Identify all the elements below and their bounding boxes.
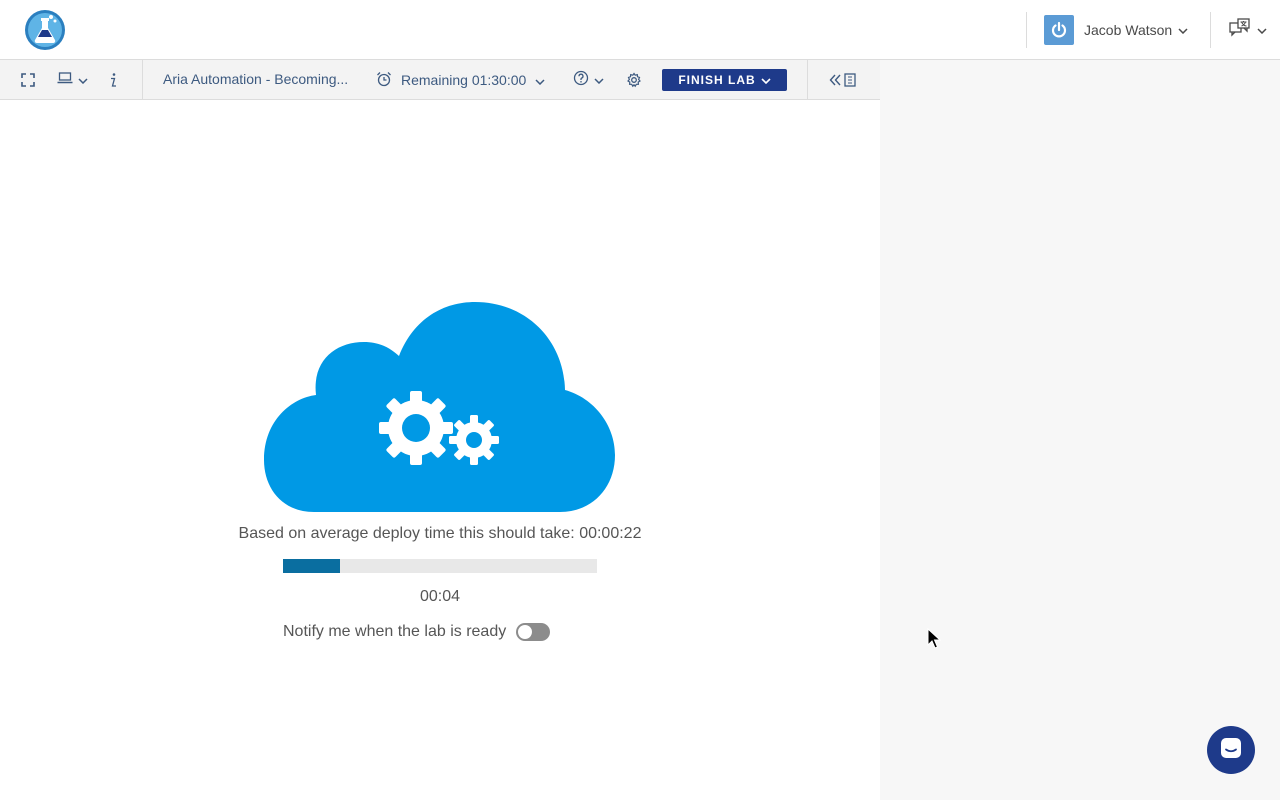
deploy-progress-fill xyxy=(283,559,340,573)
finish-lab-label: FINISH LAB xyxy=(678,73,756,87)
chevron-down-icon xyxy=(593,71,604,89)
top-bar: Jacob Watson xyxy=(0,0,1280,60)
finish-lab-button[interactable]: FINISH LAB xyxy=(662,69,787,91)
fullscreen-icon[interactable] xyxy=(16,60,40,100)
user-menu[interactable]: Jacob Watson xyxy=(1026,12,1188,48)
chevron-down-icon xyxy=(535,72,545,88)
language-menu[interactable] xyxy=(1210,12,1267,48)
lab-toolbar: Aria Automation - Becoming... Remaining … xyxy=(0,60,880,100)
remaining-label: Remaining 01:30:00 xyxy=(401,72,527,88)
power-icon xyxy=(1044,15,1074,45)
cloud-gears-icon xyxy=(264,300,616,514)
remaining-time-menu[interactable]: Remaining 01:30:00 xyxy=(376,60,545,100)
chat-icon xyxy=(1219,736,1243,765)
deploy-estimate-text: Based on average deploy time this should… xyxy=(238,525,642,542)
mouse-cursor-icon xyxy=(927,627,942,655)
collapse-manual-icon[interactable] xyxy=(826,60,862,100)
help-menu-button[interactable] xyxy=(570,60,606,100)
chevron-down-icon xyxy=(1178,21,1188,39)
chevron-down-icon xyxy=(761,73,771,87)
chevron-down-icon xyxy=(1257,21,1267,39)
laptop-icon xyxy=(57,71,73,89)
console-menu-button[interactable] xyxy=(52,60,92,100)
info-icon[interactable] xyxy=(104,60,122,100)
chevron-down-icon xyxy=(77,71,88,89)
language-icon xyxy=(1229,17,1251,43)
notify-toggle[interactable] xyxy=(516,623,551,641)
chat-support-button[interactable] xyxy=(1207,726,1255,774)
toggle-knob xyxy=(518,625,533,639)
gear-icon[interactable] xyxy=(624,60,644,100)
notify-label: Notify me when the lab is ready xyxy=(283,623,507,640)
elapsed-time: 00:04 xyxy=(419,588,461,605)
alarm-clock-icon xyxy=(376,71,392,90)
lab-title[interactable]: Aria Automation - Becoming... xyxy=(163,71,348,87)
user-name: Jacob Watson xyxy=(1084,22,1173,38)
toolbar-divider xyxy=(807,60,808,100)
toolbar-divider xyxy=(142,60,143,100)
deploy-progress-bar xyxy=(283,559,597,573)
notify-row: Notify me when the lab is ready xyxy=(283,623,551,641)
help-icon xyxy=(573,70,589,91)
manual-side-panel xyxy=(880,60,1280,800)
lab-flask-icon[interactable] xyxy=(24,9,66,51)
